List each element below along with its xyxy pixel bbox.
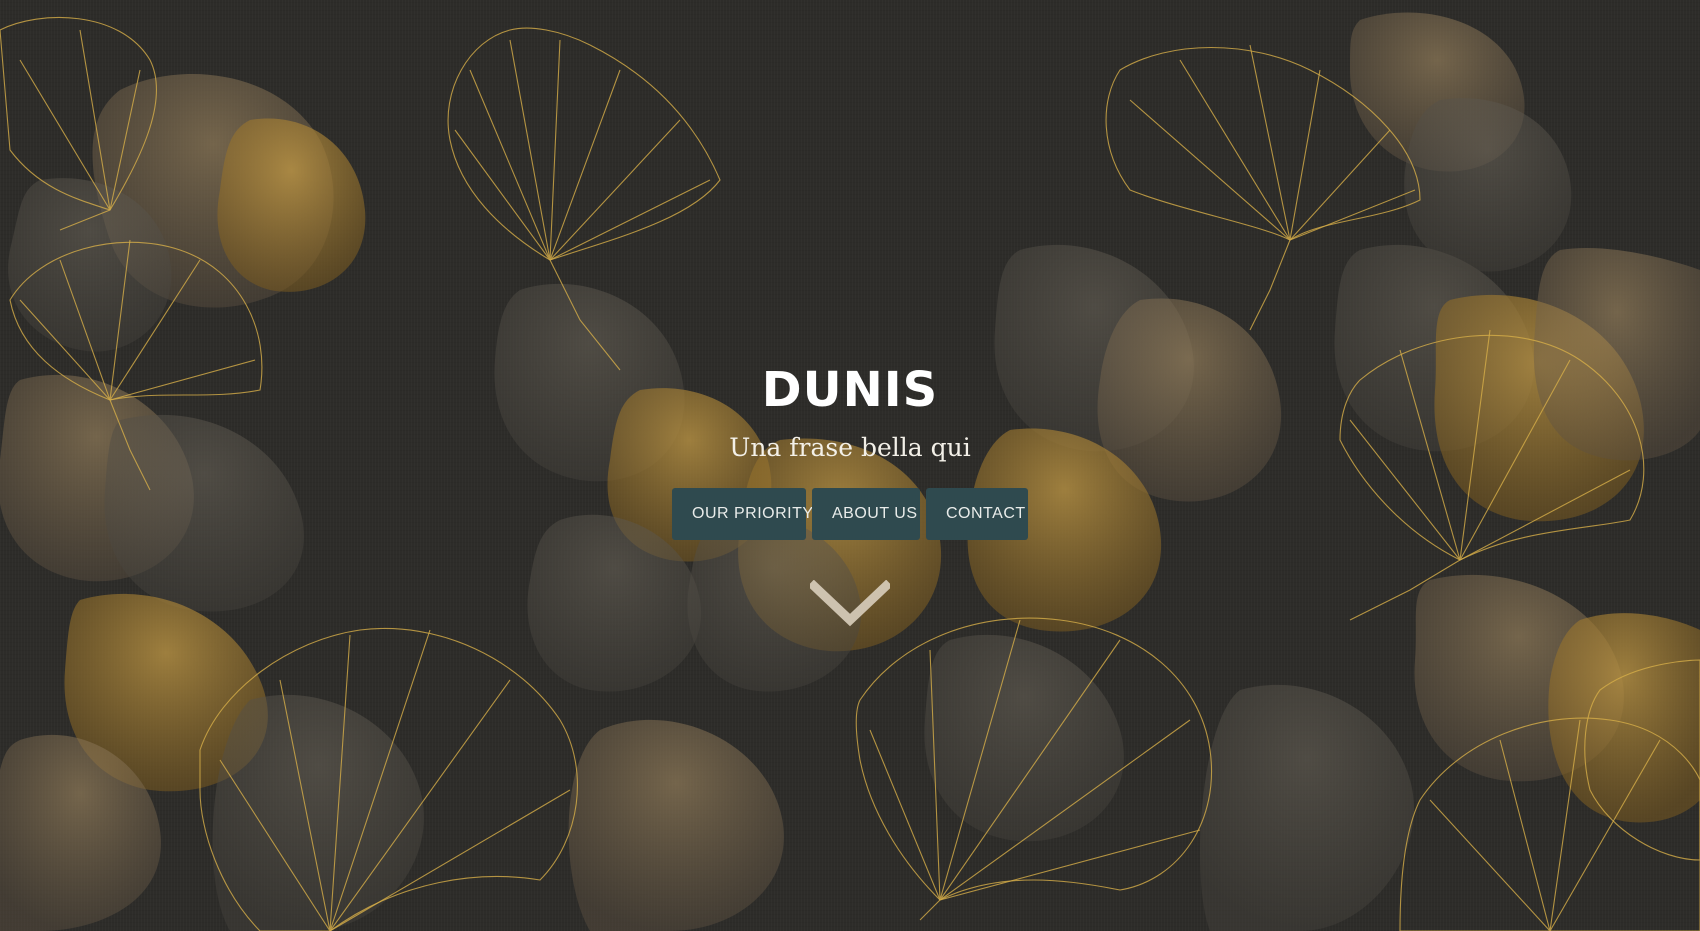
scroll-down-button[interactable] [807,579,893,630]
hero-section: DUNIS Una frase bella qui OUR PRIORITY A… [0,0,1700,931]
main-nav: OUR PRIORITY ABOUT US CONTACT [0,488,1700,540]
nav-button-about-us[interactable]: ABOUT US [812,488,920,540]
chevron-down-icon [807,579,893,627]
site-title: DUNIS [761,362,939,418]
nav-button-contact[interactable]: CONTACT [926,488,1028,540]
site-tagline: Una frase bella qui [729,433,971,462]
hero-content: DUNIS Una frase bella qui OUR PRIORITY A… [0,0,1700,931]
nav-button-our-priority[interactable]: OUR PRIORITY [672,488,813,540]
